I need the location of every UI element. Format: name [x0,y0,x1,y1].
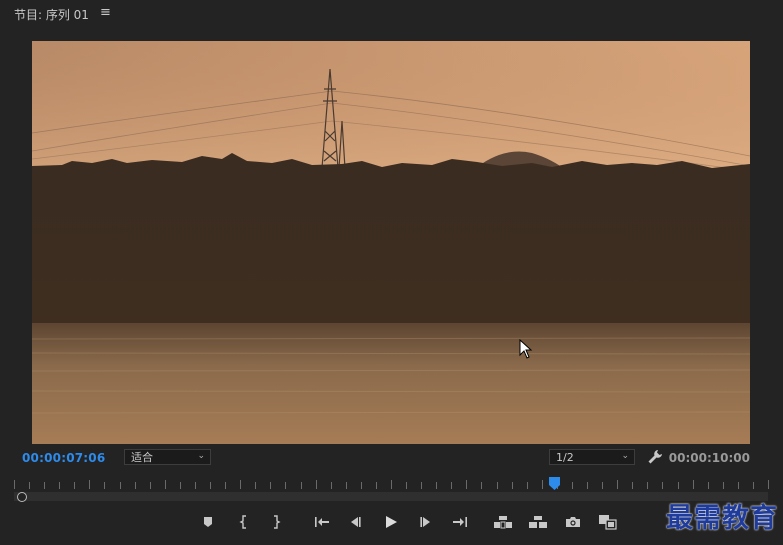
ruler-tick [632,482,633,489]
ruler-tick [617,480,618,489]
ruler-tick [572,482,573,489]
ruler-tick [662,482,663,489]
ruler-tick [647,482,648,489]
ruler-tick [497,482,498,489]
ruler-tick [693,480,694,489]
mark-in-icon [239,515,246,529]
ruler-tick [29,482,30,489]
ruler-tick [150,482,151,489]
extract-icon [529,516,547,528]
go-to-in-icon [315,517,329,527]
mark-out-icon [274,515,281,529]
ruler-tick [210,482,211,489]
watermark-text: 最需教育 [666,503,778,534]
zoom-fit-dropdown[interactable]: 适合 ⌄ [124,449,211,465]
panel-header: 节目: 序列 01 ≡ [0,0,783,28]
go-to-out-icon [453,517,467,527]
ruler-tick [527,482,528,489]
panel-title[interactable]: 节目: 序列 01 [14,6,89,23]
step-back-button[interactable] [345,512,365,532]
play-button[interactable] [381,512,401,532]
ruler-tick [104,482,105,489]
step-forward-button[interactable] [416,512,436,532]
ruler-tick [135,482,136,489]
play-icon [386,516,397,528]
ruler-tick [436,482,437,489]
lift-icon [494,516,512,529]
zoom-handle-left[interactable] [17,492,27,502]
program-monitor-video[interactable] [32,41,750,444]
chevron-down-icon: ⌄ [197,451,205,461]
marker-icon [204,517,212,527]
ruler-tick [421,482,422,489]
ruler-tick [678,482,679,489]
ruler-tick [481,482,482,489]
current-timecode[interactable]: 00:00:07:06 [22,451,105,465]
ruler-tick [738,482,739,489]
export-frame-button[interactable] [563,512,583,532]
lift-button[interactable] [493,512,513,532]
ruler-tick [587,482,588,489]
timeline-scrub-bar[interactable] [14,492,768,501]
ruler-tick [542,480,543,489]
ruler-tick [285,482,286,489]
ruler-tick [361,482,362,489]
time-ruler[interactable] [14,478,769,492]
ruler-tick [120,482,121,489]
step-back-icon [351,517,361,527]
comparison-view-icon [599,515,617,530]
playback-resolution-value: 1/2 [556,450,574,464]
ruler-tick [406,482,407,489]
hamburger-menu-icon[interactable]: ≡ [100,5,111,20]
playback-resolution-dropdown[interactable]: 1/2 ⌄ [549,449,635,465]
go-to-in-button[interactable] [312,512,332,532]
extract-button[interactable] [528,512,548,532]
chevron-down-icon: ⌄ [621,451,629,461]
add-marker-button[interactable] [198,512,218,532]
ruler-tick [602,482,603,489]
zoom-fit-value: 适合 [131,451,153,464]
ruler-tick [708,482,709,489]
ruler-tick [59,482,60,489]
ruler-tick [240,480,241,489]
ruler-tick [74,482,75,489]
ruler-tick [165,480,166,489]
ruler-tick [768,480,769,489]
ruler-tick [301,482,302,489]
ruler-tick [331,482,332,489]
mouse-pointer-icon [519,339,533,359]
comparison-view-button[interactable] [598,512,618,532]
ruler-tick [753,482,754,489]
ruler-tick [255,482,256,489]
ruler-tick [14,480,15,489]
mark-in-button[interactable] [234,512,254,532]
ruler-tick [316,480,317,489]
mark-out-button[interactable] [266,512,286,532]
ruler-tick [346,482,347,489]
playhead-icon[interactable] [549,477,560,491]
ruler-tick [180,482,181,489]
ruler-tick [89,480,90,489]
ruler-tick [225,482,226,489]
ruler-tick [466,480,467,489]
ruler-tick [451,482,452,489]
ruler-tick [723,482,724,489]
ruler-tick [391,480,392,489]
go-to-out-button[interactable] [450,512,470,532]
camera-icon [566,517,580,527]
step-forward-icon [420,517,430,527]
ruler-tick [512,482,513,489]
ruler-tick [376,482,377,489]
ruler-tick [195,482,196,489]
ruler-tick [44,482,45,489]
ruler-tick [270,482,271,489]
duration-timecode: 00:00:10:00 [668,451,750,465]
settings-wrench-icon[interactable] [647,449,663,465]
